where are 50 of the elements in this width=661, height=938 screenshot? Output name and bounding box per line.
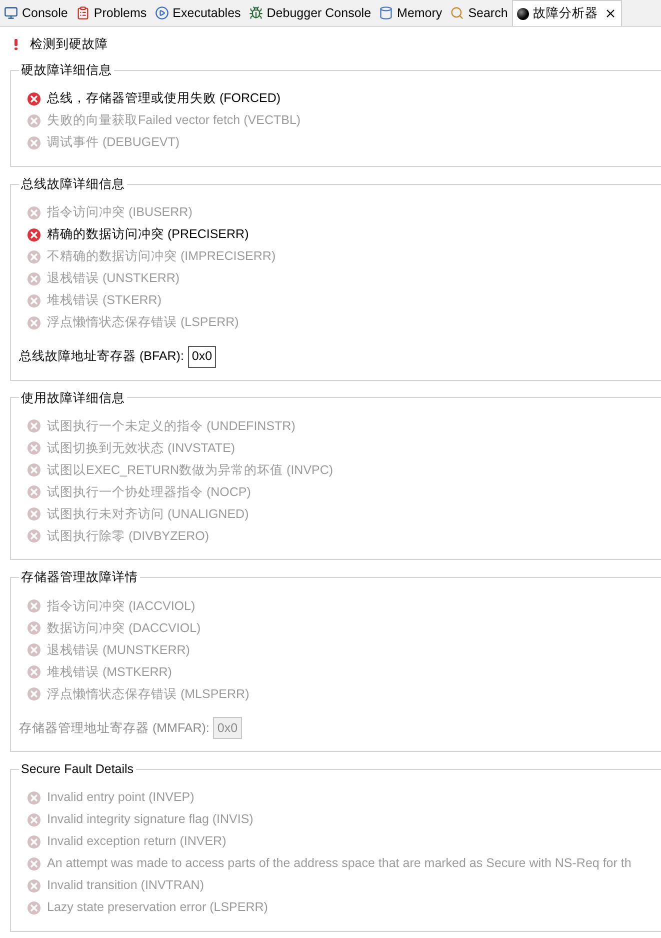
close-icon[interactable] xyxy=(604,7,617,20)
fault-label: Invalid transition (INVTRAN) xyxy=(47,877,204,894)
fault-label: 不精确的数据访问冲突 (IMPRECISERR) xyxy=(47,248,276,266)
tab[interactable]: Console xyxy=(0,0,72,26)
tab[interactable]: Memory xyxy=(375,0,446,26)
monitor-icon xyxy=(4,6,18,20)
fault-label: 数据访问冲突 (DACCVIOL) xyxy=(47,620,201,637)
group-title: Secure Fault Details xyxy=(20,761,135,778)
status-message: 检测到硬故障 xyxy=(30,36,108,53)
search-icon xyxy=(450,6,464,20)
register-field[interactable]: 0x0 xyxy=(188,346,216,368)
group-title: 总线故障详细信息 xyxy=(20,176,126,193)
fault-label: 浮点懒惰状态保存错误 (LSPERR) xyxy=(47,314,239,332)
fault-label: 调试事件 (DEBUGEVT) xyxy=(47,134,180,152)
register-label: 总线故障地址寄存器 (BFAR): xyxy=(19,348,184,366)
tab[interactable]: 故障分析器 xyxy=(512,0,622,26)
group-title: 硬故障详细信息 xyxy=(20,62,113,79)
fault-label: 试图执行一个未定义的指令 (UNDEFINSTR) xyxy=(47,418,296,435)
tab[interactable]: Problems xyxy=(72,0,151,26)
fault-label: Lazy state preservation error (LSPERR) xyxy=(47,899,268,916)
exclamation-icon xyxy=(14,38,18,50)
fault-label: 试图执行未对齐访问 (UNALIGNED) xyxy=(47,506,249,523)
fault-label: 失败的向量获取Failed vector fetch (VECTBL) xyxy=(47,112,301,130)
fault-label: 总线，存储器管理或使用失败 (FORCED) xyxy=(47,90,281,108)
fault-label: 堆栈错误 (STKERR) xyxy=(47,292,162,310)
fault-label: 试图执行除零 (DIVBYZERO) xyxy=(47,528,210,545)
fault-label: An attempt was made to access parts of the address space that are marked as Secure with NS-Req for th xyxy=(47,855,632,872)
fault-label: Invalid entry point (INVEP) xyxy=(47,789,194,806)
register-label: 存储器管理地址寄存器 (MMFAR): xyxy=(19,720,210,737)
fault-label: 精确的数据访问冲突 (PRECISERR) xyxy=(47,226,249,244)
fault-label: 试图切换到无效状态 (INVSTATE) xyxy=(47,440,236,457)
clipboard-icon xyxy=(76,6,90,20)
group-title: 使用故障详细信息 xyxy=(20,390,126,406)
fault-label: 退栈错误 (UNSTKERR) xyxy=(47,270,180,288)
fault-label: 堆栈错误 (MSTKERR) xyxy=(47,664,172,681)
fault-label: 浮点懒惰状态保存错误 (MLSPERR) xyxy=(47,686,250,703)
fault-label: Invalid exception return (INVER) xyxy=(47,833,226,850)
fault-label: 指令访问冲突 (IACCVIOL) xyxy=(47,598,196,615)
tab[interactable]: Search xyxy=(446,0,512,26)
fault-label: 试图执行一个协处理器指令 (NOCP) xyxy=(47,484,251,501)
tab[interactable]: Debugger Console xyxy=(244,0,376,26)
group-title: 存储器管理故障详情 xyxy=(20,569,139,586)
cylinder-icon xyxy=(379,6,394,20)
fault-label: Invalid integrity signature flag (INVIS) xyxy=(47,811,254,828)
fault-label: 指令访问冲突 (IBUSERR) xyxy=(47,204,192,222)
tab[interactable]: Executables xyxy=(150,0,245,26)
play-icon xyxy=(154,6,169,20)
bug-icon xyxy=(248,6,263,20)
fault-label: 试图以EXEC_RETURN数做为异常的坏值 (INVPC) xyxy=(47,462,334,479)
fault-label: 退栈错误 (MUNSTKERR) xyxy=(47,642,190,659)
